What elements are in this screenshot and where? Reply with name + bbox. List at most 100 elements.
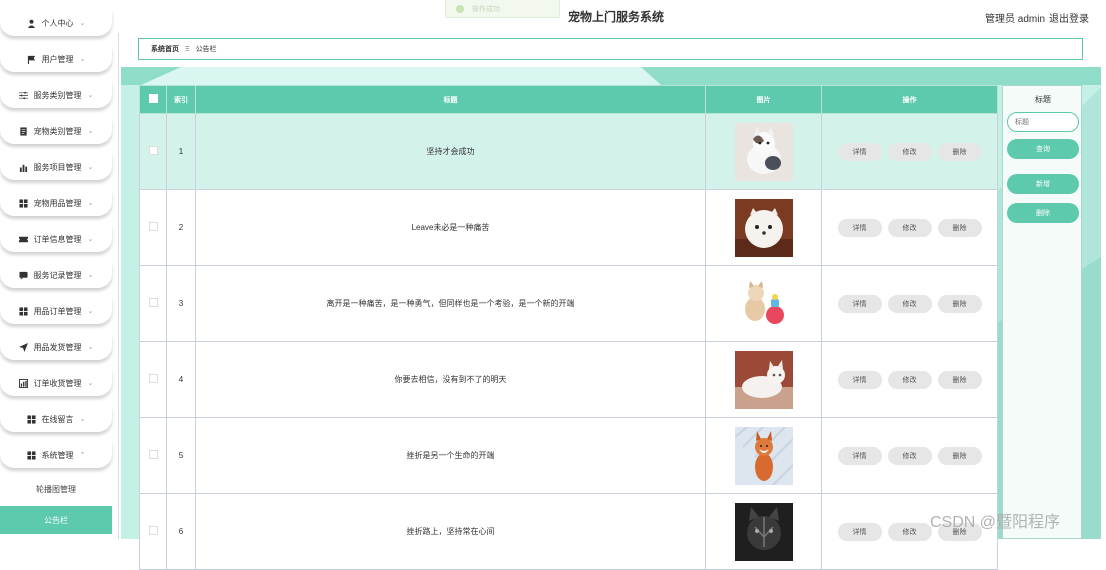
chevron-down-icon: ⌄ [87, 164, 94, 171]
chevron-down-icon: ⌄ [87, 308, 94, 315]
table-row[interactable]: 2 Leave未必是一种痛苦 详情 修改 删除 [139, 189, 998, 266]
delete-button[interactable]: 删除 [937, 218, 982, 237]
sidebar-item-label: 系统管理 [41, 450, 74, 460]
edit-button[interactable]: 修改 [887, 446, 932, 465]
row-title: 挫折是另一个生命的开端 [195, 417, 706, 494]
admin-label: 管理员 admin [985, 14, 1046, 25]
row-index: 6 [166, 493, 196, 570]
sidebar-subitem[interactable]: 轮播图管理 [0, 475, 112, 503]
sidebar-item-10[interactable]: 订单收货管理 ⌄ [0, 370, 112, 396]
row-image-cell [705, 265, 822, 342]
edit-button[interactable]: 修改 [887, 294, 932, 313]
table-row[interactable]: 5 挫折是另一个生命的开端 详情 修改 删除 [139, 417, 998, 494]
row-select-cell[interactable] [139, 265, 167, 342]
detail-button[interactable]: 详情 [837, 522, 882, 541]
sidebar-subitem-active[interactable]: 公告栏 [0, 506, 112, 534]
detail-button[interactable]: 详情 [837, 446, 882, 465]
table-row[interactable]: 6 挫折路上，坚持常在心间 详情 修改 删除 [139, 493, 998, 570]
sidebar-item-9[interactable]: 用品发货管理 ⌄ [0, 334, 112, 360]
grid-icon [19, 198, 28, 208]
chart-icon [18, 378, 28, 388]
row-actions: 详情 修改 删除 [821, 113, 998, 190]
query-button[interactable]: 查询 [1007, 139, 1079, 159]
detail-button[interactable]: 详情 [837, 370, 882, 389]
delete-button[interactable]: 删除 [937, 142, 982, 161]
chevron-down-icon: ⌄ [87, 380, 94, 387]
watermark: CSDN @暨阳程序 [930, 514, 1061, 531]
row-checkbox[interactable] [148, 298, 158, 307]
sliders-icon [18, 91, 28, 100]
ticket-icon [18, 235, 28, 244]
header: 操作成功 宠物上门服务系统 管理员 admin 退出登录 [118, 0, 1106, 33]
sidebar-item-label: 服务类别管理 [33, 90, 82, 100]
sidebar-item-0[interactable]: 个人中心 ⌄ [0, 10, 112, 36]
toast-text: 操作成功 [472, 5, 500, 13]
sidebar-item-12[interactable]: 系统管理 ⌃ [0, 442, 112, 468]
edit-button[interactable]: 修改 [887, 142, 932, 161]
sidebar-item-label: 个人中心 [41, 18, 74, 28]
row-checkbox[interactable] [148, 374, 158, 383]
title-search-input[interactable] [1007, 112, 1079, 132]
sidebar-item-11[interactable]: 在线留言 ⌄ [0, 406, 112, 432]
detail-button[interactable]: 详情 [837, 218, 882, 237]
row-image-cell [705, 189, 822, 266]
row-checkbox[interactable] [148, 450, 158, 459]
detail-button[interactable]: 详情 [837, 142, 882, 161]
chevron-down-icon: ⌄ [87, 200, 94, 207]
row-checkbox[interactable] [148, 526, 158, 535]
sidebar-item-8[interactable]: 用品订单管理 ⌄ [0, 298, 112, 324]
success-icon [456, 4, 464, 13]
row-checkbox[interactable] [148, 222, 158, 231]
row-select-cell[interactable] [139, 341, 167, 418]
sidebar-item-4[interactable]: 服务项目管理 ⌄ [0, 154, 112, 180]
row-actions: 详情 修改 删除 [821, 341, 998, 418]
table-row[interactable]: 3 离开是一种痛苦，是一种勇气，但同样也是一个考验，是一个新的开端 详情 修改 删除 [139, 265, 998, 342]
row-select-cell[interactable] [139, 417, 167, 494]
chevron-down-icon: ⌄ [87, 128, 94, 135]
sidebar-item-6[interactable]: 订单信息管理 ⌄ [0, 226, 112, 252]
chevron-up-icon: ⌃ [79, 452, 86, 459]
row-title: 挫折路上，坚持常在心间 [195, 493, 706, 570]
chevron-down-icon: ⌄ [87, 236, 94, 243]
column-header-image: 图片 [705, 85, 822, 114]
sidebar-item-3[interactable]: 宠物类别管理 ⌄ [0, 118, 112, 144]
row-index: 3 [166, 265, 196, 342]
search-label: 标题 [1035, 95, 1051, 104]
sidebar-item-label: 服务记录管理 [33, 270, 82, 280]
row-actions: 详情 修改 删除 [821, 265, 998, 342]
logout-link[interactable]: 退出登录 [1049, 10, 1089, 25]
chevron-down-icon: ⌄ [79, 56, 86, 63]
send-icon [18, 342, 28, 352]
add-button[interactable]: 新增 [1007, 174, 1079, 194]
grid-icon [19, 306, 28, 316]
flag-icon [27, 55, 36, 64]
delete-button[interactable]: 删除 [937, 294, 982, 313]
row-select-cell[interactable] [139, 189, 167, 266]
table-row[interactable]: 4 你要去相信，没有到不了的明天 详情 修改 删除 [139, 341, 998, 418]
row-checkbox[interactable] [148, 146, 158, 155]
edit-button[interactable]: 修改 [887, 370, 932, 389]
select-all-checkbox[interactable] [148, 94, 158, 103]
sidebar-item-1[interactable]: 用户管理 ⌄ [0, 46, 112, 72]
table-row[interactable]: 1 坚持才会成功 详情 修改 删除 [139, 113, 998, 190]
row-select-cell[interactable] [139, 113, 167, 190]
select-all-cell[interactable] [139, 85, 167, 114]
row-select-cell[interactable] [139, 493, 167, 570]
row-image-cell [705, 493, 822, 570]
row-title: Leave未必是一种痛苦 [195, 189, 706, 266]
sidebar-item-5[interactable]: 宠物用品管理 ⌄ [0, 190, 112, 216]
delete-button[interactable]: 删除 [937, 446, 982, 465]
notice-table: 索引 标题 图片 操作 1 坚持才会成功 详情 修改 删除 2 Leave未必是一种痛苦 详情… [139, 85, 998, 570]
delete-button[interactable]: 删除 [937, 370, 982, 389]
row-actions: 详情 修改 删除 [821, 417, 998, 494]
thumbnail-image [734, 426, 793, 485]
bar-chart-icon [19, 163, 28, 172]
thumbnail-image [734, 198, 793, 257]
sidebar-item-7[interactable]: 服务记录管理 ⌄ [0, 262, 112, 288]
sidebar-item-2[interactable]: 服务类别管理 ⌄ [0, 82, 112, 108]
breadcrumb-home[interactable]: 系统首页 [151, 44, 179, 54]
edit-button[interactable]: 修改 [887, 522, 932, 541]
batch-delete-button[interactable]: 删除 [1007, 203, 1079, 223]
edit-button[interactable]: 修改 [887, 218, 932, 237]
detail-button[interactable]: 详情 [837, 294, 882, 313]
